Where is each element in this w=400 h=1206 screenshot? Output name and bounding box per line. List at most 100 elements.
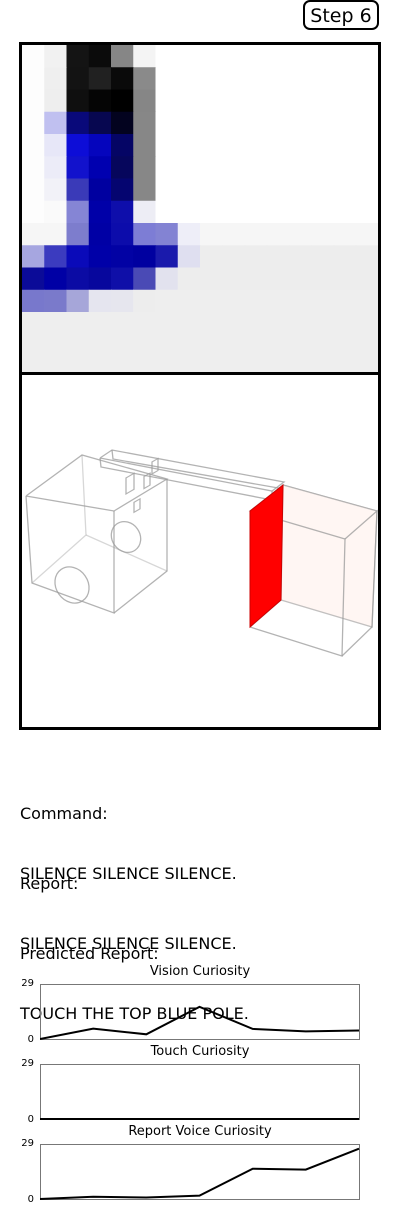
vision-pixel [355,223,378,246]
vision-pixel [333,111,357,135]
vision-pixel [66,156,90,180]
vision-pixel [355,67,378,91]
vision-pixel [333,223,357,246]
step-badge: Step 6 [303,0,379,30]
vision-pixel [222,89,246,113]
vision-pixel [311,223,335,246]
vision-pixel [244,111,268,135]
vision-pixel [200,178,223,202]
vision-pixel [88,89,112,113]
vision-pixel [22,334,45,358]
vision-pixel [133,267,157,291]
vision-pixel [155,178,179,202]
vision-pixel [177,156,201,180]
vision-pixel [44,312,68,335]
vision-pixel [177,289,201,313]
vision-pixel [200,89,223,113]
vision-pixel [333,156,357,180]
vision-pixel [200,111,223,135]
vision-pixel [88,356,112,373]
vision-pixel [66,111,90,135]
vision-pixel [66,67,90,91]
vision-pixel [266,356,290,373]
vision-pixel [266,45,290,68]
report-label: Report: [20,874,79,893]
vision-pixel [311,312,335,335]
vision-pixel [88,45,112,68]
vision-pixel [44,67,68,91]
vision-pixel [200,289,223,313]
vision-pixel [266,334,290,358]
vision-pixel [111,178,134,202]
vision-pixel [22,245,45,269]
vision-pixel [222,111,246,135]
vision-pixel [155,312,179,335]
vision-pixel [244,334,268,358]
chart-plot-area [40,984,360,1040]
series-line [40,1147,360,1200]
vision-pixel [111,45,134,68]
vision-pixel [289,67,312,91]
vision-pixel [289,334,312,358]
vision-pixel [88,200,112,224]
vision-pixel [133,89,157,113]
vision-pixel [66,245,90,269]
vision-pixel [200,67,223,91]
vision-pixel [311,111,335,135]
vision-pixel [355,356,378,373]
vision-pixel [22,356,45,373]
vision-pixel [88,67,112,91]
vision-pixel [133,200,157,224]
vision-pixel [311,134,335,157]
vision-pixel [266,223,290,246]
vision-pixel [222,67,246,91]
vision-pixel [355,178,378,202]
vision-pixel [266,67,290,91]
vision-pixel [66,223,90,246]
vision-pixel [311,356,335,373]
vision-pixel [133,289,157,313]
vision-pixel [44,223,68,246]
vision-pixel [44,134,68,157]
vision-pixel [244,312,268,335]
vision-pixel [289,289,312,313]
vision-pixel [155,111,179,135]
vision-pixel [355,289,378,313]
vision-pixel [177,312,201,335]
vision-pixel [155,334,179,358]
vision-pixel [311,200,335,224]
vision-pixel [133,245,157,269]
vision-pixel [311,89,335,113]
vision-pixel [200,356,223,373]
vision-pixel [266,289,290,313]
vision-pixel [289,223,312,246]
vision-pixel [289,156,312,180]
vision-pixel [133,223,157,246]
scene-render [25,449,378,657]
vision-pixel [155,289,179,313]
vision-pixel [244,67,268,91]
vision-pixel [111,223,134,246]
vision-pixel [355,45,378,68]
y-tick-label: 29 [21,1058,34,1069]
vision-pixel [311,334,335,358]
vision-pixel [333,178,357,202]
vision-pixel [44,289,68,313]
vision-pixel [44,156,68,180]
vision-pixel [66,312,90,335]
scene-panel [19,372,381,730]
vision-pixel [88,223,112,246]
vision-pixel [177,223,201,246]
vision-pixel [289,267,312,291]
vision-pixel [222,356,246,373]
vision-pixel [200,223,223,246]
predicted-label: Predicted Report: [20,944,159,963]
vision-pixel [44,111,68,135]
vision-pixel [355,312,378,335]
vision-pixel [22,89,45,113]
vision-pixel [66,178,90,202]
vision-pixel [88,334,112,358]
vision-pixel [177,200,201,224]
vision-pixel [177,356,201,373]
vision-pixel [66,334,90,358]
